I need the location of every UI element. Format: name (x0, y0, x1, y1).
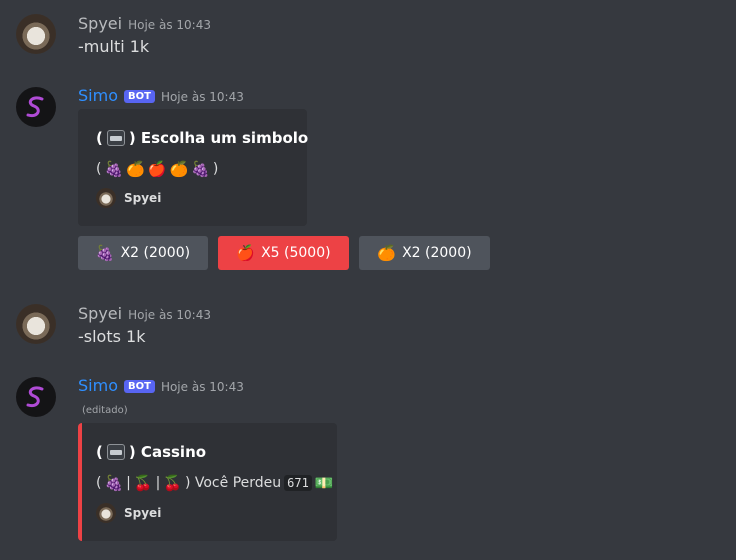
message-content: -slots 1k (78, 327, 146, 346)
money-icon: 💵 (314, 473, 334, 492)
embed-footer: Spyei (96, 503, 161, 523)
embed-choose-symbol: ( ) Escolha um simbolo ( 🍇 🍊 🍎 🍊 🍇 ) Spy… (78, 109, 309, 226)
footer-text: Spyei (124, 191, 162, 205)
user-avatar[interactable] (16, 14, 56, 54)
timestamp: Hoje às 10:43 (128, 308, 211, 322)
embed-footer: Spyei (96, 188, 161, 208)
slot-machine-icon (106, 444, 125, 460)
orange-icon: 🍊 (169, 159, 189, 178)
timestamp: Hoje às 10:43 (160, 380, 244, 394)
bot-avatar[interactable] (16, 377, 56, 417)
apple-icon: 🍎 (236, 243, 256, 262)
edited-label: (editado) (82, 405, 128, 416)
simo-logo-icon (26, 386, 44, 408)
embed-casino: ( ) Cassino ( 🍇 | 🍒 | 🍒 ) Você Perdeu 67… (78, 423, 337, 541)
grapes-icon: 🍇 (95, 243, 115, 262)
bot-avatar[interactable] (16, 87, 56, 127)
bot-tag: BOT (123, 90, 155, 103)
username[interactable]: Spyei (78, 304, 122, 323)
embed-title: ( ) Cassino (96, 443, 207, 461)
bot-tag: BOT (123, 380, 155, 393)
grapes-icon: 🍇 (191, 159, 210, 178)
orange-icon: 🍊 (377, 243, 397, 262)
timestamp: Hoje às 10:43 (160, 90, 244, 104)
orange-icon: 🍊 (126, 159, 145, 178)
amount-code: 671 (284, 475, 312, 491)
embed-title: ( ) Escolha um simbolo (96, 129, 309, 147)
orange-x2-button[interactable]: 🍊 X2 (2000) (359, 236, 490, 270)
apple-icon: 🍎 (147, 159, 167, 178)
embed-description: ( 🍇 🍊 🍎 🍊 🍇 ) (96, 159, 219, 178)
embed-description: ( 🍇 | 🍒 | 🍒 ) Você Perdeu 671 💵 (96, 473, 334, 492)
apple-x5-button[interactable]: 🍎 X5 (5000) (218, 236, 349, 270)
cherries-icon: 🍒 (133, 473, 153, 492)
grapes-icon: 🍇 (104, 473, 124, 492)
bot-username[interactable]: Simo (78, 86, 118, 105)
slot-machine-icon (106, 130, 125, 146)
grapes-icon: 🍇 (104, 159, 124, 178)
button-row: 🍇 X2 (2000) 🍎 X5 (5000) 🍊 X2 (2000) (78, 236, 490, 270)
footer-avatar (96, 503, 116, 523)
footer-text: Spyei (124, 506, 162, 520)
bot-username[interactable]: Simo (78, 376, 118, 395)
message-content: -multi 1k (78, 37, 150, 56)
user-avatar[interactable] (16, 304, 56, 344)
footer-avatar (96, 188, 116, 208)
username[interactable]: Spyei (78, 14, 122, 33)
cherries-icon: 🍒 (163, 473, 182, 492)
timestamp: Hoje às 10:43 (128, 18, 211, 32)
grapes-x2-button[interactable]: 🍇 X2 (2000) (78, 236, 208, 270)
simo-logo-icon (26, 96, 44, 118)
